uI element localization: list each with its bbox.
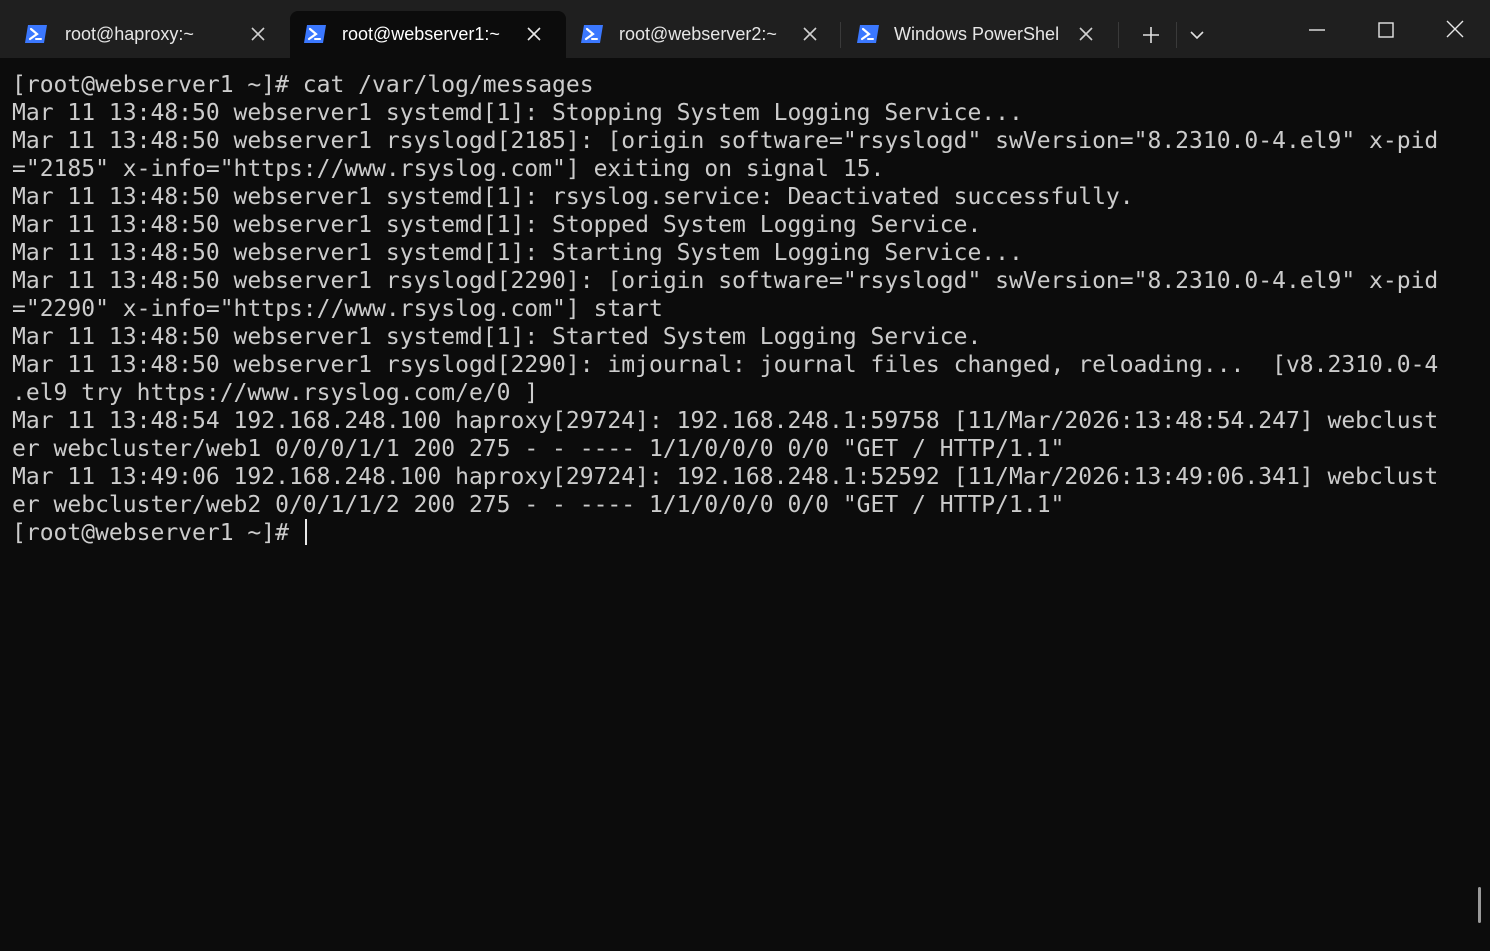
terminal-line: .el9 try https://www.rsyslog.com/e/0 ] (12, 380, 539, 406)
terminal-line: Mar 11 13:48:50 webserver1 systemd[1]: r… (12, 184, 1134, 210)
terminal-line: ="2290" x-info="https://www.rsyslog.com"… (12, 296, 663, 322)
terminal-line: Mar 11 13:48:50 webserver1 rsyslogd[2290… (12, 352, 1439, 378)
powershell-icon (581, 25, 603, 43)
terminal-output[interactable]: [root@webserver1 ~]# cat /var/log/messag… (12, 71, 1462, 547)
tab-separator (1118, 22, 1119, 48)
terminal-line: Mar 11 13:48:50 webserver1 systemd[1]: S… (12, 212, 982, 238)
terminal-line: er webcluster/web2 0/0/1/1/2 200 275 - -… (12, 492, 1065, 518)
tab-separator (840, 22, 841, 48)
close-tab-icon[interactable] (801, 25, 819, 43)
terminal-line: Mar 11 13:48:50 webserver1 rsyslogd[2290… (12, 268, 1439, 294)
tab-webserver1[interactable]: root@webserver1:~ (290, 11, 566, 58)
tab-separator (1176, 22, 1177, 48)
tab-title: Windows PowerShel (894, 24, 1060, 44)
close-tab-icon[interactable] (249, 25, 267, 43)
tab-title: root@webserver1:~ (342, 24, 500, 44)
plus-icon[interactable] (1140, 24, 1162, 46)
text-cursor (304, 519, 307, 545)
powershell-icon (857, 25, 879, 43)
terminal-window: root@haproxy:~ root@webserver1:~ root@we… (0, 0, 1490, 951)
terminal-line: er webcluster/web1 0/0/0/1/1 200 275 - -… (12, 436, 1065, 462)
tab-webserver2[interactable]: root@webserver2:~ (566, 11, 836, 58)
powershell-icon (25, 25, 47, 43)
chevron-down-icon[interactable] (1188, 28, 1206, 42)
scrollbar-thumb[interactable] (1478, 887, 1481, 923)
terminal-line: Mar 11 13:48:50 webserver1 systemd[1]: S… (12, 324, 982, 350)
terminal-line: ="2185" x-info="https://www.rsyslog.com"… (12, 156, 885, 182)
terminal-prompt: [root@webserver1 ~]# (12, 520, 303, 546)
minimize-icon[interactable] (1307, 20, 1327, 40)
terminal-line: Mar 11 13:48:50 webserver1 systemd[1]: S… (12, 240, 1023, 266)
close-tab-icon[interactable] (1077, 25, 1095, 43)
terminal-prompt-line[interactable]: [root@webserver1 ~]# (12, 519, 1462, 547)
terminal-line: Mar 11 13:48:50 webserver1 rsyslogd[2185… (12, 128, 1439, 154)
maximize-icon[interactable] (1376, 20, 1396, 40)
tab-title: root@haproxy:~ (65, 24, 194, 44)
close-icon[interactable] (1445, 19, 1465, 39)
close-tab-icon[interactable] (525, 25, 543, 43)
terminal-line: [root@webserver1 ~]# cat /var/log/messag… (12, 72, 594, 98)
powershell-icon (304, 25, 326, 43)
terminal-line: Mar 11 13:49:06 192.168.248.100 haproxy[… (12, 464, 1439, 490)
tab-bar: root@haproxy:~ root@webserver1:~ root@we… (0, 0, 1490, 58)
tab-windows-powershell[interactable]: Windows PowerShel (842, 11, 1112, 58)
tab-title: root@webserver2:~ (619, 24, 777, 44)
terminal-line: Mar 11 13:48:54 192.168.248.100 haproxy[… (12, 408, 1439, 434)
terminal-line: Mar 11 13:48:50 webserver1 systemd[1]: S… (12, 100, 1023, 126)
tab-haproxy[interactable]: root@haproxy:~ (0, 11, 288, 58)
